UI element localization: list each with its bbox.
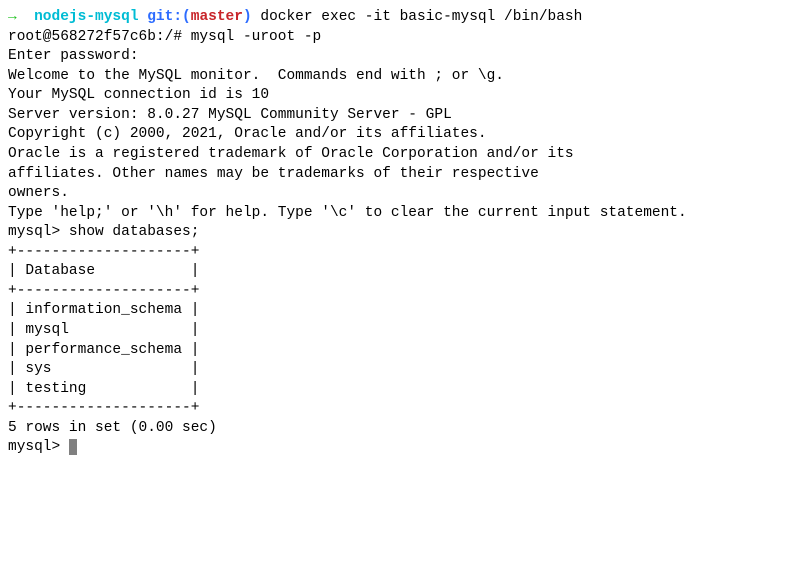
mysql-command-line: mysql> show databases; — [8, 223, 792, 243]
prompt-git-label: git: — [147, 9, 182, 25]
table-row: | information_schema | — [8, 301, 792, 321]
table-row: | testing | — [8, 380, 792, 400]
table-header: | Database | — [8, 262, 792, 282]
prompt-paren-close: ) — [243, 9, 252, 25]
table-border-top: +--------------------+ — [8, 243, 792, 263]
output-line: Enter password: — [8, 47, 792, 67]
output-line: affiliates. Other names may be trademark… — [8, 165, 792, 185]
cursor-icon — [69, 439, 77, 455]
terminal-output[interactable]: → nodejs-mysql git:(master) docker exec … — [8, 8, 792, 458]
output-line: Oracle is a registered trademark of Orac… — [8, 145, 792, 165]
output-line: Copyright (c) 2000, 2021, Oracle and/or … — [8, 125, 792, 145]
output-line: Type 'help;' or '\h' for help. Type '\c'… — [8, 204, 792, 224]
table-row: | sys | — [8, 360, 792, 380]
prompt-paren-open: ( — [182, 9, 191, 25]
output-line: Server version: 8.0.27 MySQL Community S… — [8, 106, 792, 126]
result-summary: 5 rows in set (0.00 sec) — [8, 419, 792, 439]
output-line: root@568272f57c6b:/# mysql -uroot -p — [8, 28, 792, 48]
table-row: | mysql | — [8, 321, 792, 341]
mysql-prompt-line: mysql> — [8, 438, 792, 458]
prompt-branch: master — [191, 9, 243, 25]
prompt-arrow-icon: → — [8, 9, 17, 25]
mysql-prompt: mysql> — [8, 439, 69, 455]
output-line: Your MySQL connection id is 10 — [8, 86, 792, 106]
table-row: | performance_schema | — [8, 341, 792, 361]
shell-command: docker exec -it basic-mysql /bin/bash — [260, 9, 582, 25]
output-line: Welcome to the MySQL monitor. Commands e… — [8, 67, 792, 87]
prompt-folder: nodejs-mysql — [34, 9, 138, 25]
output-line: owners. — [8, 184, 792, 204]
shell-prompt-line: → nodejs-mysql git:(master) docker exec … — [8, 8, 792, 28]
table-border-sep: +--------------------+ — [8, 282, 792, 302]
table-border-bottom: +--------------------+ — [8, 399, 792, 419]
